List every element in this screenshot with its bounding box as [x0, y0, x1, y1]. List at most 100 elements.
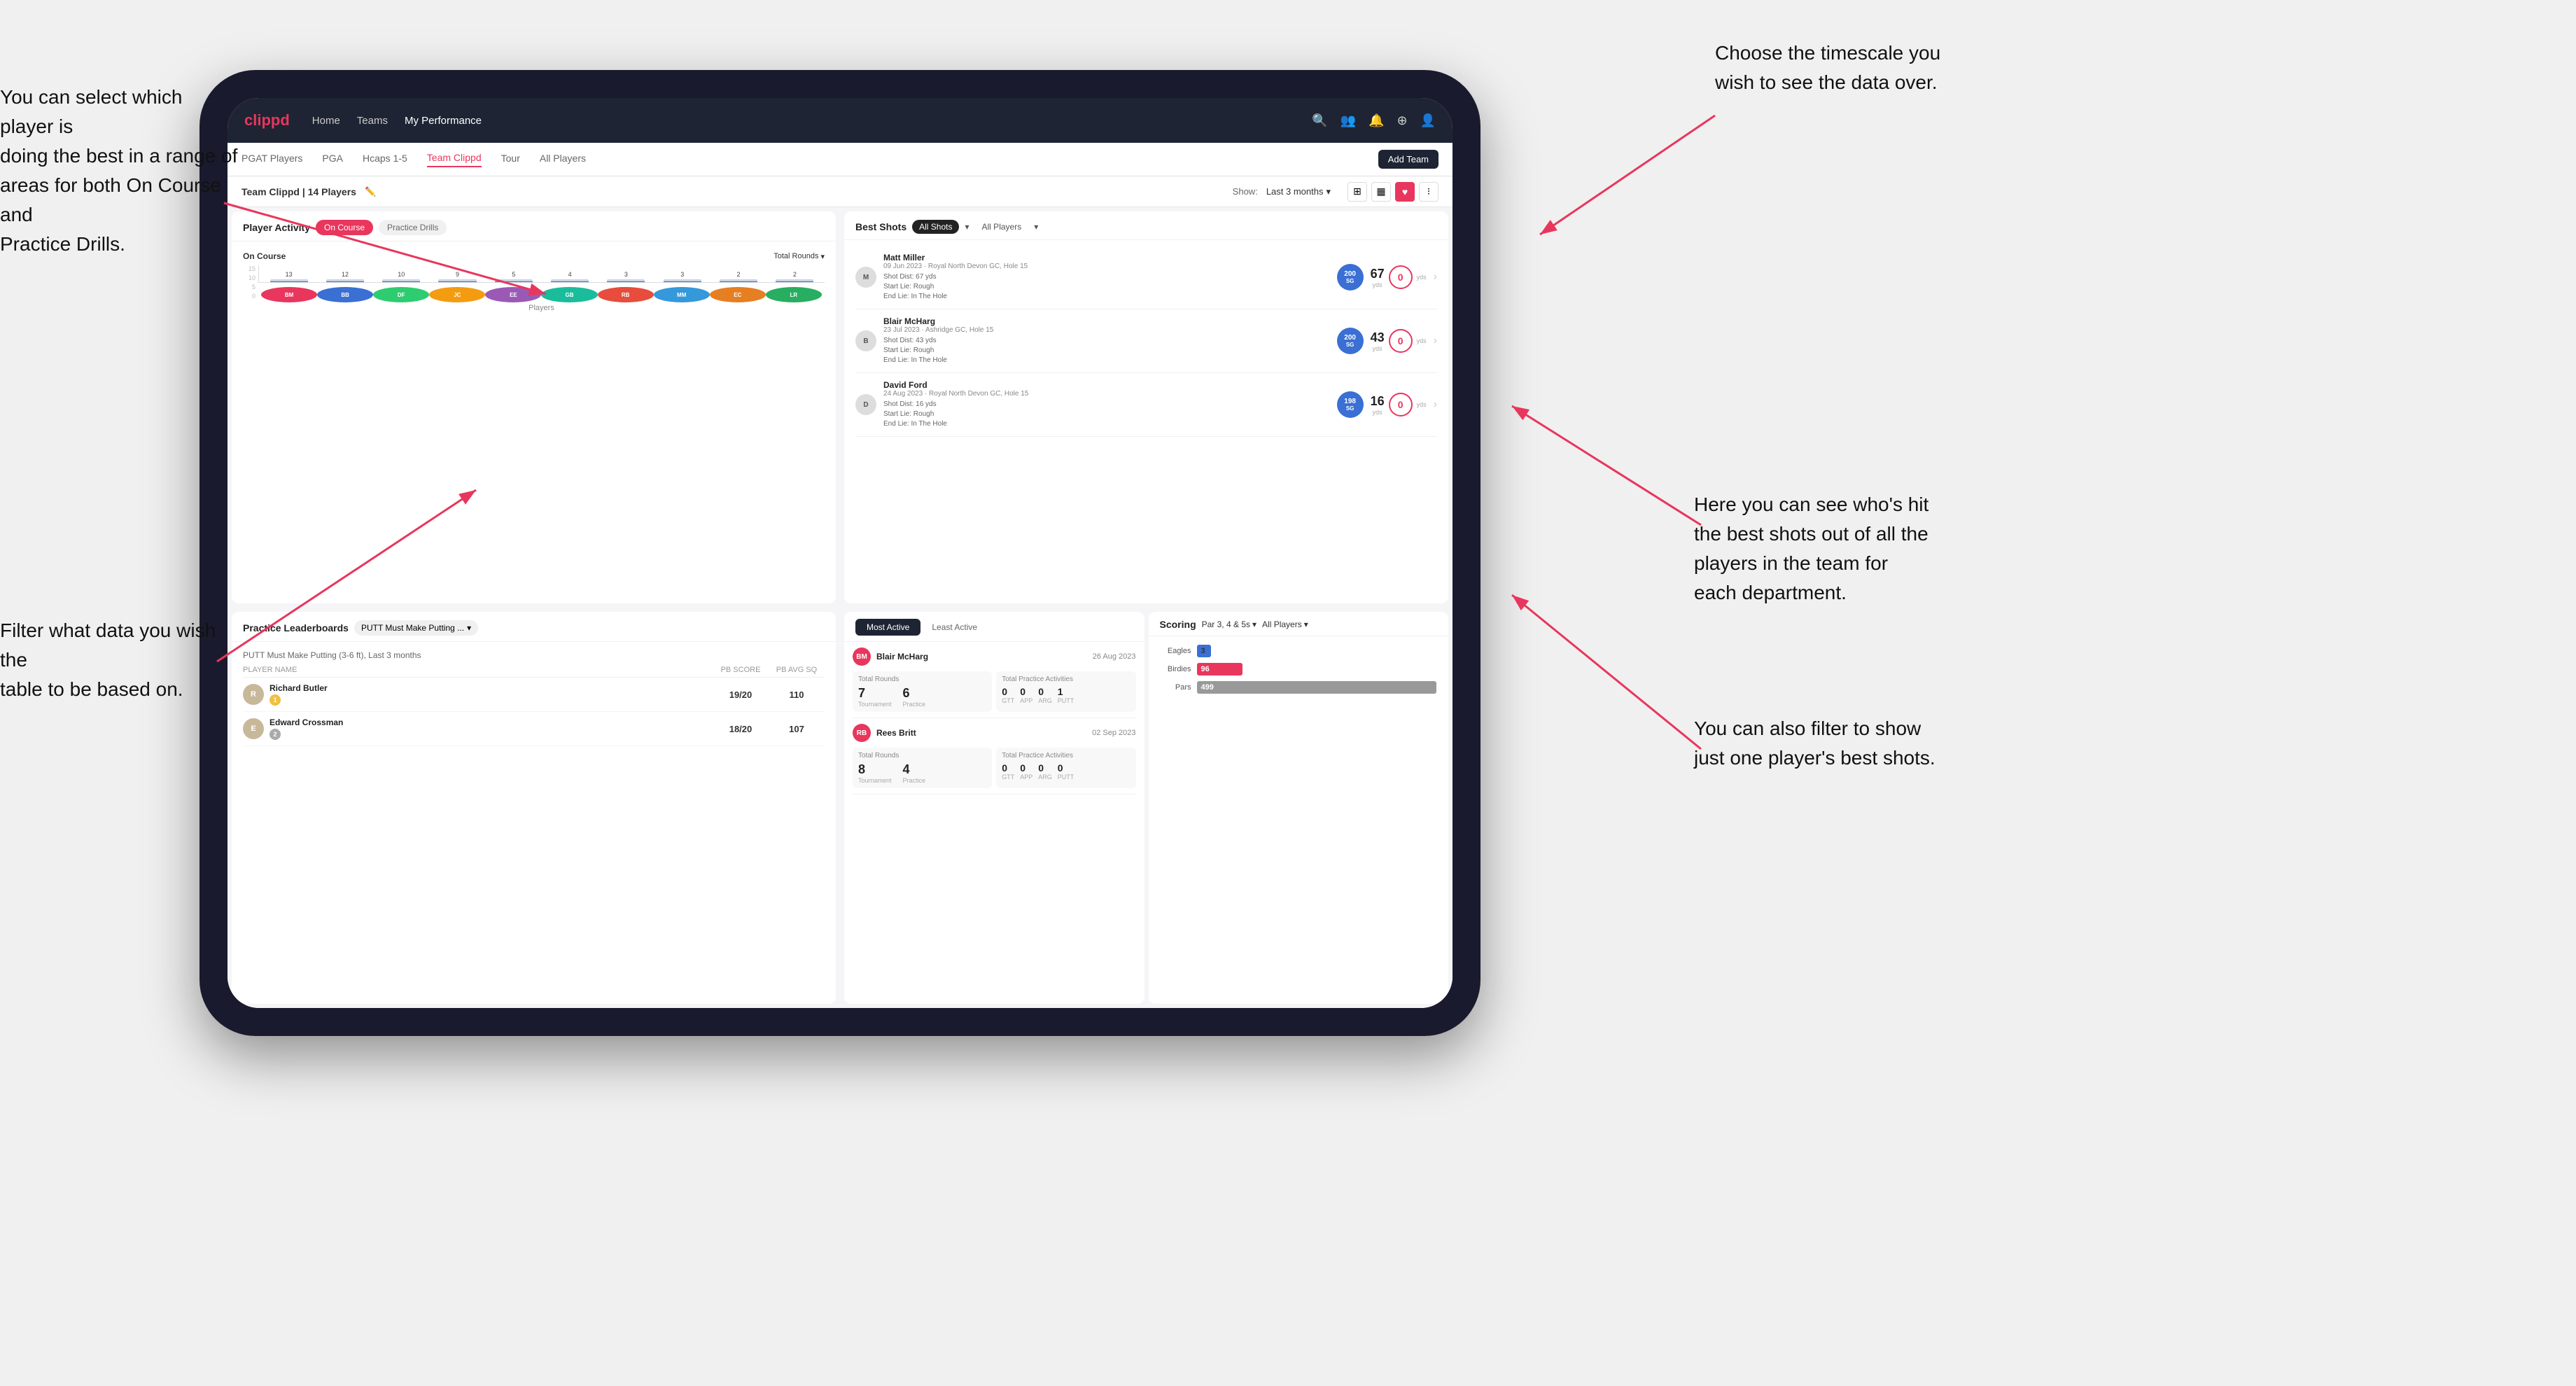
on-course-tab[interactable]: On Course [316, 220, 373, 235]
rounds-values: 7 Tournament 6 Practice [858, 686, 986, 708]
shot-card[interactable]: M Matt Miller 09 Jun 2023 · Royal North … [855, 246, 1437, 309]
leaderboard-columns: PLAYER NAME PB SCORE PB AVG SQ [243, 666, 825, 678]
scoring-row: Eagles 3 [1160, 645, 1438, 657]
active-player-header: RB Rees Britt 02 Sep 2023 [853, 724, 1136, 742]
shot-player-avatar: D [855, 394, 876, 415]
practice-drills-tab[interactable]: Practice Drills [379, 220, 447, 235]
shot-chevron-right[interactable]: › [1434, 398, 1437, 411]
tournament-stat: 8 Tournament [858, 762, 892, 784]
total-rounds-dropdown[interactable]: Total Rounds ▾ [774, 252, 825, 261]
player-activity-panel: Player Activity On Course Practice Drill… [232, 211, 836, 603]
active-player-card: BM Blair McHarg 26 Aug 2023 Total Rounds… [853, 642, 1136, 718]
shot-chevron-right[interactable]: › [1434, 271, 1437, 284]
player-avatars: BMBBDFJCEEGBRBMMECLR [258, 283, 825, 302]
least-active-tab[interactable]: Least Active [920, 619, 988, 636]
player-activity-header: Player Activity On Course Practice Drill… [232, 211, 836, 241]
users-icon[interactable]: 👥 [1340, 113, 1356, 128]
putt-stat: 1PUTT [1058, 686, 1074, 704]
scoring-filter2-dropdown[interactable]: All Players ▾ [1262, 620, 1308, 629]
add-team-button[interactable]: Add Team [1378, 150, 1438, 169]
bar-highlight [495, 281, 533, 282]
leaderboard-avatar: E [243, 718, 264, 739]
bar [607, 279, 645, 282]
subnav-hcaps[interactable]: Hcaps 1-5 [363, 153, 407, 167]
practice-activities-section: Total Practice Activities 0GTT 0APP 0ARG… [996, 748, 1135, 788]
search-icon[interactable]: 🔍 [1312, 113, 1327, 128]
scoring-bar-wrapper: 499 [1197, 681, 1438, 694]
shot-stat2-label: yds [1417, 401, 1427, 408]
bar-column: 2 [711, 271, 765, 282]
active-player-header: BM Blair McHarg 26 Aug 2023 [853, 648, 1136, 666]
leaderboard-row[interactable]: R Richard Butler 1 19/20 110 [243, 678, 825, 712]
chevron-down-icon-players[interactable]: ▾ [1034, 222, 1038, 232]
all-shots-tab[interactable]: All Shots [912, 220, 959, 234]
shot-stats: 67 yds 0 yds [1371, 265, 1427, 289]
team-header: Team Clippd | 14 Players ✏️ Show: Last 3… [227, 176, 1452, 207]
subnav-pgat[interactable]: PGAT Players [241, 153, 302, 167]
shot-player-name: Blair McHarg [883, 316, 1330, 326]
bar-highlight [438, 281, 476, 282]
leaderboard-filter-dropdown[interactable]: PUTT Must Make Putting ... ▾ [354, 620, 478, 636]
edit-icon[interactable]: ✏️ [365, 186, 376, 197]
gtt-stat: 0GTT [1002, 686, 1014, 704]
shot-stat1: 16 yds [1371, 394, 1385, 416]
scoring-filter1-dropdown[interactable]: Par 3, 4 & 5s ▾ [1202, 620, 1256, 629]
tournament-value: 8 [858, 762, 892, 777]
nav-home[interactable]: Home [312, 115, 340, 127]
subnav-team-clippd[interactable]: Team Clippd [427, 152, 482, 167]
chevron-down-icon[interactable]: ▾ [965, 222, 969, 232]
shot-chevron-right[interactable]: › [1434, 335, 1437, 347]
subnav-pga[interactable]: PGA [322, 153, 343, 167]
bar [720, 279, 757, 282]
nav-my-performance[interactable]: My Performance [405, 115, 482, 127]
shot-player-avatar: B [855, 330, 876, 351]
practice-stat: 6 Practice [903, 686, 926, 708]
most-active-header: Most Active Least Active [844, 612, 1144, 642]
practice-leaderboard-content: PUTT Must Make Putting (3-6 ft), Last 3 … [232, 642, 836, 1004]
shot-player-info: David Ford 24 Aug 2023 · Royal North Dev… [883, 380, 1330, 429]
player-avatar: LR [766, 287, 822, 302]
all-players-tab[interactable]: All Players [975, 220, 1029, 234]
leaderboard-row[interactable]: E Edward Crossman 2 18/20 107 [243, 712, 825, 746]
plus-circle-icon[interactable]: ⊕ [1396, 113, 1407, 128]
bar-column: 13 [262, 271, 316, 282]
scoring-bar-value: 96 [1201, 665, 1210, 673]
scoring-category-label: Birdies [1160, 665, 1191, 673]
chevron-down-icon: ▾ [1304, 620, 1308, 629]
bar-value: 2 [793, 271, 797, 278]
bar-column: 10 [374, 271, 428, 282]
nav-teams[interactable]: Teams [357, 115, 388, 127]
active-date: 26 Aug 2023 [1093, 652, 1136, 661]
bar [382, 279, 420, 282]
shot-player-info: Blair McHarg 23 Jul 2023 · Ashridge GC, … [883, 316, 1330, 365]
subnav-tour[interactable]: Tour [501, 153, 520, 167]
shot-badge: 198 SG [1337, 391, 1364, 418]
time-filter-dropdown[interactable]: Last 3 months ▾ [1266, 186, 1331, 197]
shot-card[interactable]: D David Ford 24 Aug 2023 · Royal North D… [855, 373, 1437, 437]
scoring-row: Pars 499 [1160, 681, 1438, 694]
shot-stat-zero: 0 [1389, 329, 1413, 353]
tournament-label: Tournament [858, 701, 892, 708]
bar-highlight [551, 281, 589, 282]
col-pb-avg: PB AVG SQ [769, 666, 825, 674]
bar-column: 3 [599, 271, 653, 282]
heart-view-button[interactable]: ♥ [1395, 182, 1415, 202]
chart-area: 15 10 5 0 13 12 [243, 265, 825, 312]
most-active-tab[interactable]: Most Active [855, 619, 920, 636]
leaderboard-player: E Edward Crossman 2 [243, 718, 713, 740]
tournament-stat: 7 Tournament [858, 686, 892, 708]
chart-header: On Course Total Rounds ▾ [243, 247, 825, 265]
shot-card[interactable]: B Blair McHarg 23 Jul 2023 · Ashridge GC… [855, 309, 1437, 373]
annotation-bottom-left: Filter what data you wish thetable to be… [0, 616, 238, 704]
bar-value: 4 [568, 271, 572, 278]
annotation-top-left: You can select which player isdoing the … [0, 83, 238, 259]
shot-stat-value: 16 [1371, 394, 1385, 409]
list-view-button[interactable]: ▦ [1371, 182, 1391, 202]
filter-button[interactable]: ⁝ [1419, 182, 1438, 202]
scoring-title: Scoring [1160, 619, 1196, 630]
profile-icon[interactable]: 👤 [1420, 113, 1436, 128]
rank-row: 2 [270, 729, 343, 740]
subnav-all-players[interactable]: All Players [540, 153, 586, 167]
bell-icon[interactable]: 🔔 [1368, 113, 1384, 128]
grid-view-button[interactable]: ⊞ [1348, 182, 1367, 202]
